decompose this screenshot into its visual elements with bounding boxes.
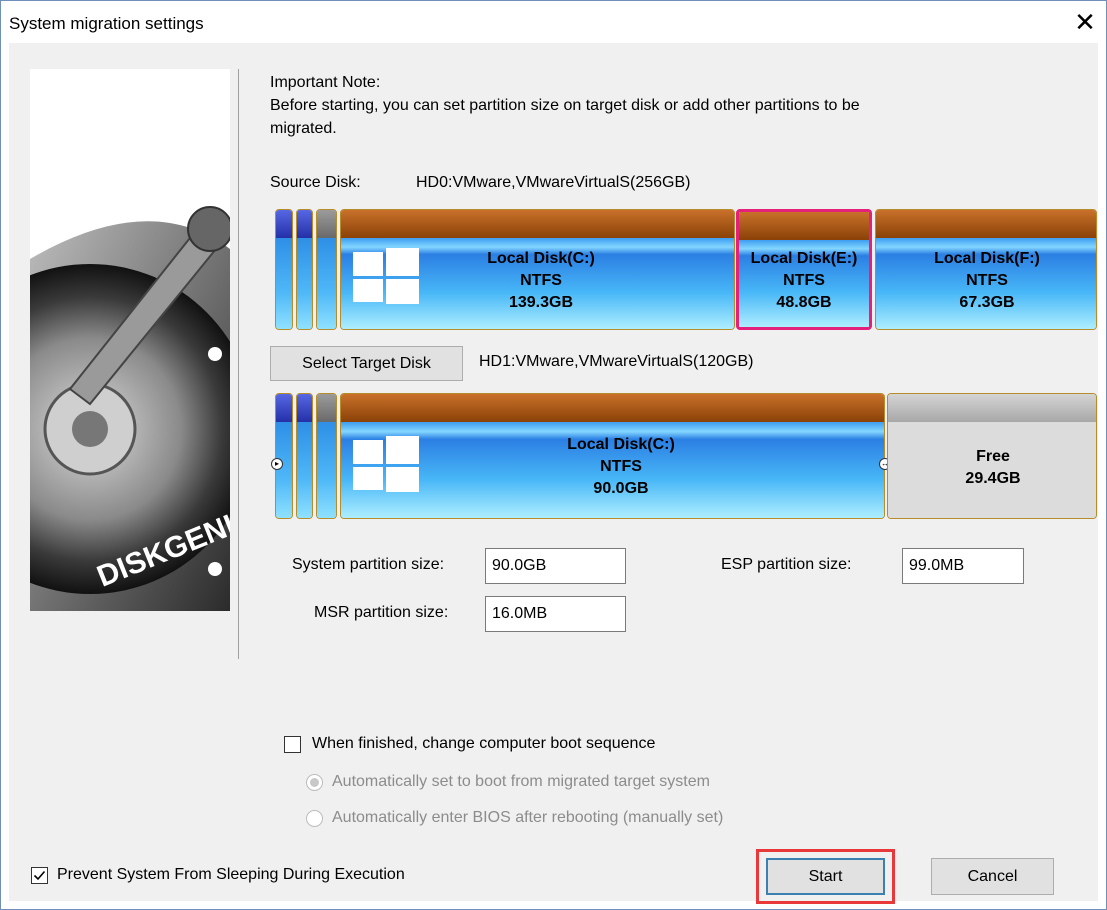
change-boot-sequence-label[interactable]: When finished, change computer boot sequ… — [312, 735, 655, 753]
target-small-partition-2[interactable] — [296, 393, 313, 519]
note-line-2: migrated. — [270, 120, 337, 137]
free-label: Free — [976, 448, 1010, 465]
cancel-button[interactable]: Cancel — [931, 858, 1054, 895]
source-disk-label: Source Disk: — [270, 174, 361, 191]
partition-fs: NTFS — [783, 272, 825, 289]
select-target-disk-button[interactable]: Select Target Disk — [270, 346, 463, 381]
note-heading: Important Note: — [270, 74, 381, 91]
boot-option-bios-radio[interactable] — [306, 810, 323, 827]
target-disk-name: HD1:VMware,VMwareVirtualS(120GB) — [479, 353, 754, 370]
hard-disk-illustration: DISKGENIUS — [30, 69, 230, 611]
partition-fs: NTFS — [966, 272, 1008, 289]
partition-fs: NTFS — [520, 272, 562, 289]
boot-option-bios-label[interactable]: Automatically enter BIOS after rebooting… — [332, 809, 723, 827]
start-button[interactable]: Start — [766, 858, 885, 895]
target-small-partition-1[interactable] — [275, 393, 293, 519]
source-disk-name: HD0:VMware,VMwareVirtualS(256GB) — [416, 174, 691, 191]
source-small-partition-3[interactable] — [316, 209, 337, 330]
note-line-1: Before starting, you can set partition s… — [270, 97, 860, 114]
partition-name: Local Disk(C:) — [487, 250, 595, 267]
checkmark-icon — [33, 870, 46, 881]
partition-fs: NTFS — [600, 458, 642, 475]
dialog-body: DISKGENIUS Important Note: Before starti… — [9, 43, 1098, 904]
free-size: 29.4GB — [965, 470, 1021, 487]
msr-partition-size-label: MSR partition size: — [314, 604, 449, 621]
partition-size: 67.3GB — [959, 294, 1015, 311]
partition-name: Local Disk(C:) — [567, 436, 675, 453]
source-disk-map: Local Disk(C:) NTFS 139.3GB Local Disk(E… — [275, 209, 1097, 330]
partition-name: Local Disk(F:) — [934, 250, 1040, 267]
disk-artwork-image: DISKGENIUS — [30, 69, 230, 611]
system-partition-size-input[interactable]: 90.0GB — [485, 548, 626, 584]
left-resize-handle-icon[interactable]: ▸ — [271, 458, 283, 470]
source-partition-c[interactable]: Local Disk(C:) NTFS 139.3GB — [340, 209, 735, 330]
close-icon: ✕ — [1074, 6, 1096, 37]
prevent-sleep-label[interactable]: Prevent System From Sleeping During Exec… — [57, 866, 405, 884]
source-small-partition-1[interactable] — [275, 209, 293, 330]
partition-size: 90.0GB — [593, 480, 649, 497]
partition-size: 139.3GB — [508, 294, 574, 311]
esp-partition-size-label: ESP partition size: — [721, 556, 852, 573]
window-title: System migration settings — [9, 14, 204, 33]
system-partition-size-label: System partition size: — [292, 556, 445, 573]
target-small-partition-3[interactable] — [316, 393, 337, 519]
source-partition-e-selected[interactable]: Local Disk(E:) NTFS 48.8GB — [736, 209, 872, 330]
title-bar: System migration settings ✕ — [1, 1, 1106, 43]
change-boot-sequence-checkbox[interactable] — [284, 736, 301, 753]
msr-partition-size-input[interactable]: 16.0MB — [485, 596, 626, 632]
esp-partition-size-input[interactable]: 99.0MB — [902, 548, 1024, 584]
boot-option-auto-label[interactable]: Automatically set to boot from migrated … — [332, 773, 710, 791]
boot-option-auto-radio[interactable] — [306, 774, 323, 791]
windows-logo-icon — [353, 248, 419, 304]
source-partition-f[interactable]: Local Disk(F:) NTFS 67.3GB — [875, 209, 1097, 330]
windows-logo-icon — [353, 436, 419, 492]
prevent-sleep-checkbox[interactable] — [31, 867, 48, 884]
close-button[interactable]: ✕ — [1064, 1, 1106, 43]
target-free-space[interactable]: Free 29.4GB — [887, 393, 1097, 519]
partition-size: 48.8GB — [776, 294, 832, 311]
target-partition-c[interactable]: Local Disk(C:) NTFS 90.0GB — [340, 393, 885, 519]
partition-name: Local Disk(E:) — [750, 250, 858, 267]
source-small-partition-2[interactable] — [296, 209, 313, 330]
target-disk-map: ▸ Local Disk(C:) NTFS 90.0GB ↔ Free 29.4… — [271, 393, 1097, 519]
vertical-divider — [238, 69, 239, 659]
dialog-window: System migration settings ✕ DISKGENIUS I… — [0, 0, 1107, 910]
